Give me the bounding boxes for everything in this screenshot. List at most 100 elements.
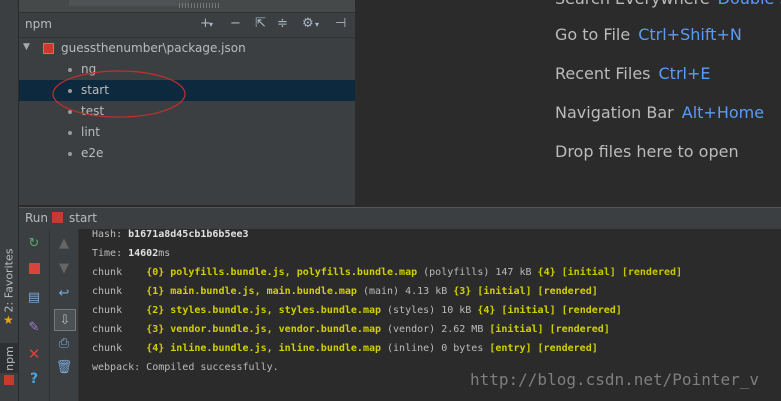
watermark-text: http://blog.csdn.net/Pointer_v [470,370,759,389]
tree-project-label: guessthenumber\package.json [61,41,246,55]
editor-file-tab[interactable] [69,0,189,6]
help-icon[interactable]: ? [26,371,42,387]
chunk-files: inline.bundle.js, inline.bundle.map [170,343,381,354]
run-label: Run [25,211,49,225]
favorites-tab[interactable]: 2: Favorites [0,245,18,315]
minus-icon[interactable]: − [230,16,241,31]
chunk-parent: {4} [537,267,556,278]
chunk-prefix: chunk [92,324,147,335]
hash-value: b1671a8d45cb1b6b5ee3 [128,229,249,240]
chunk-parent: {3} [453,286,472,297]
chunk-flags: [initial] [rendered] [477,286,598,297]
time-value: 14602 [128,248,159,259]
tree-script-e2e[interactable]: e2e [19,143,355,164]
print-icon[interactable]: ⎙ [56,335,72,351]
annotation-ellipse [52,70,186,118]
chunk-files: main.bundle.js, main.bundle.map [170,286,357,297]
chunk-flags: [initial] [rendered] [489,324,610,335]
arrow-down-icon[interactable]: ▼ [56,260,72,276]
chunk-id: {2} [146,305,165,316]
welcome-item-shortcut: Double Shift [718,0,781,8]
drop-files-hint: Drop files here to open [555,142,739,161]
console-line-time: Time: 14602ms [92,248,170,259]
welcome-item-label: Navigation Bar [555,103,674,122]
run-toolbar-secondary: ▲ ▼ ↩ ⇩ ⎙ 🗑 [50,229,79,401]
scroll-to-end-icon[interactable]: ⇩ [54,309,76,331]
chunk-name: (styles) 10 kB [381,305,478,316]
welcome-item: Navigation Bar Alt+Home [555,103,764,122]
chevron-down-icon[interactable]: ▼ [23,42,30,52]
pin-icon[interactable]: ⊣ [335,16,346,31]
welcome-item-shortcut: Ctrl+Shift+N [638,25,742,44]
chunk-id: {1} [146,286,165,297]
chunk-name: (main) 4.13 kB [356,286,454,297]
time-unit: ms [158,248,171,259]
time-label: Time: [92,248,129,259]
welcome-area: Search Everywhere Double Shift Go to File… [355,0,781,205]
console-line-chunk: chunk {3} vendor.bundle.js, vendor.bundl… [92,324,610,335]
welcome-item: Go to File Ctrl+Shift+N [555,25,742,44]
chunk-parent: {4} [477,305,496,316]
chunk-files: polyfills.bundle.js, polyfills.bundle.ma… [170,267,418,278]
console-line-footer: webpack: Compiled successfully. [92,362,279,373]
gear-icon[interactable]: ⚙ [302,16,314,31]
tree-project-row[interactable]: ▼ guessthenumber\package.json [19,38,355,59]
welcome-item-shortcut: Ctrl+E [658,64,711,83]
layout-icon[interactable]: ▤ [26,289,42,305]
hash-label: Hash: [92,229,129,240]
chunk-name: (inline) 0 bytes [381,343,490,354]
chunk-files: styles.bundle.js, styles.bundle.map [170,305,381,316]
bullet-icon [68,152,72,156]
welcome-item-shortcut: Alt+Home [681,103,765,122]
chunk-prefix: chunk [92,343,147,354]
left-tool-strip: 2: Favorites ★ npm [0,0,19,401]
chunk-files: vendor.bundle.js, vendor.bundle.map [170,324,381,335]
chunk-name: (vendor) 2.62 MB [381,324,490,335]
close-icon[interactable]: ✕ [26,345,42,363]
pin-tab-icon[interactable]: ✎ [26,319,42,335]
welcome-item: Recent Files Ctrl+E [555,64,710,83]
welcome-item-label: Go to File [555,25,631,44]
soft-wrap-icon[interactable]: ↩ [56,285,72,301]
drag-grip-icon[interactable] [179,3,219,8]
npm-panel: npm + ▾ − ⇱ ≑ ⚙ ▾ ⊣ ▼ guessthenumber\pac… [19,0,355,205]
console-line-hash: Hash: b1671a8d45cb1b6b5ee3 [92,229,249,240]
welcome-item-label: Search Everywhere [555,0,710,8]
expand-icon[interactable]: ≑ [277,16,288,31]
chunk-flags: [initial] [rendered] [561,267,683,278]
npm-tab[interactable]: npm [0,343,18,373]
console-line-chunk: chunk {0} polyfills.bundle.js, polyfills… [92,267,682,278]
trash-icon[interactable]: 🗑 [56,359,73,375]
chunk-id: {3} [146,324,165,335]
npm-tab-icon [4,375,14,385]
plus-dropdown-icon[interactable]: ▾ [209,20,213,29]
welcome-item-label: Recent Files [555,64,651,83]
npm-package-icon [43,43,54,54]
chunk-prefix: chunk [92,267,147,278]
collapse-icon[interactable]: ⇱ [255,16,266,31]
npm-tab-label: npm [2,345,16,371]
rerun-icon[interactable]: ↻ [26,235,42,251]
arrow-up-icon[interactable]: ▲ [56,235,72,251]
stop-icon[interactable] [26,260,42,276]
chunk-prefix: chunk [92,286,147,297]
star-icon: ★ [3,313,14,327]
console-line-chunk: chunk {4} inline.bundle.js, inline.bundl… [92,343,598,354]
bullet-icon [68,131,72,135]
drop-files-text: Drop files here to open [555,142,739,161]
chunk-prefix: chunk [92,305,147,316]
tree-script-lint[interactable]: lint [19,122,355,143]
chunk-id: {0} [146,267,165,278]
chunk-name: (polyfills) 147 kB [417,267,538,278]
run-panel-header: Run start [19,207,781,229]
run-toolbar-primary: ↻ ▤ ✎ ✕ ? [19,229,50,401]
console-line-chunk: chunk {2} styles.bundle.js, styles.bundl… [92,305,622,316]
chunk-id: {4} [146,343,165,354]
script-label: lint [81,125,100,139]
npm-config-icon [52,212,63,223]
favorites-tab-label: 2: Favorites [2,248,16,312]
script-label: e2e [81,146,104,160]
chunk-flags: [entry] [rendered] [489,343,598,354]
welcome-item: Search Everywhere Double Shift [555,0,781,8]
gear-dropdown-icon[interactable]: ▾ [315,20,319,29]
